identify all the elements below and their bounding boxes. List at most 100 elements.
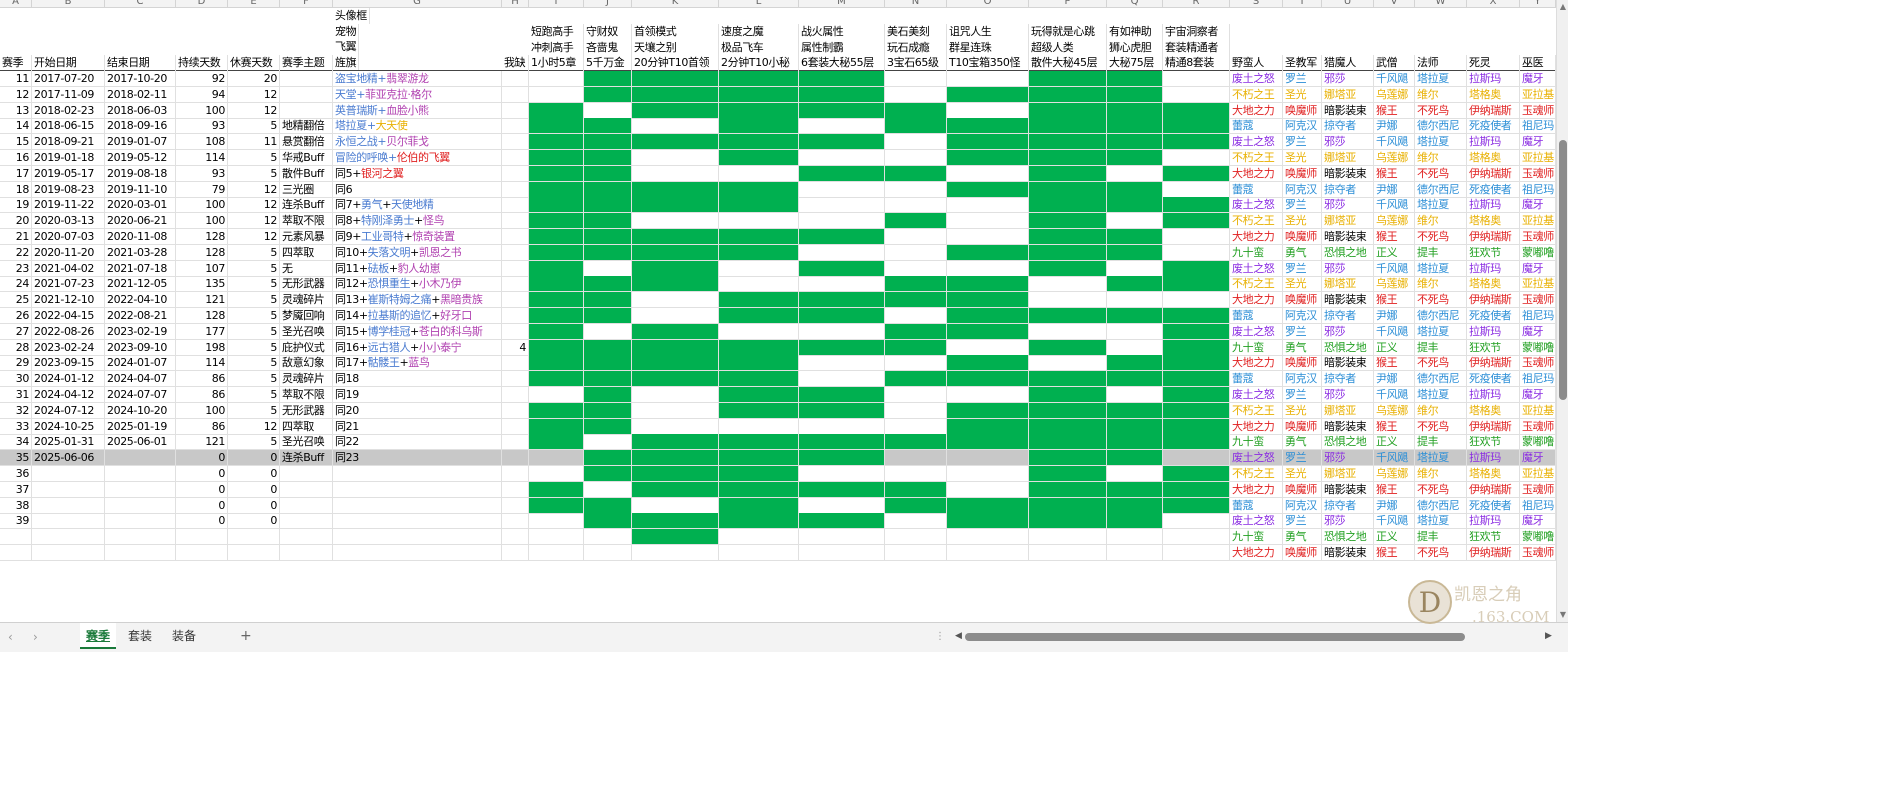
class-set-cell[interactable]: 德尔西尼 [1415, 118, 1467, 135]
cell-rest-days[interactable]: 12 [228, 102, 280, 119]
cell-theme[interactable]: 庇护仪式 [280, 339, 333, 356]
class-set-cell[interactable]: 蕾蔻 [1230, 371, 1283, 388]
cell-end-date[interactable]: 2024-01-07 [105, 355, 176, 372]
achievement-cell[interactable] [1107, 387, 1163, 403]
achievement-done[interactable] [1029, 118, 1107, 135]
achievement-cell[interactable] [947, 260, 1029, 277]
achievement-done[interactable] [1029, 165, 1107, 182]
achievement-done[interactable] [584, 513, 632, 530]
cell-missing[interactable] [502, 71, 529, 87]
achievement-cell[interactable] [885, 150, 947, 166]
tab-gear[interactable]: 装备 [166, 623, 202, 649]
cell-season-no[interactable]: 17 [0, 165, 32, 182]
achievement-done[interactable] [719, 402, 799, 419]
achievement-done[interactable] [529, 402, 584, 419]
cell-rewards[interactable] [333, 481, 502, 498]
achievement-done[interactable] [1107, 450, 1163, 467]
class-set-cell[interactable]: 魔牙 [1520, 71, 1556, 87]
class-set-cell[interactable]: 暗影装束 [1322, 102, 1374, 119]
achievement-done[interactable] [1107, 276, 1163, 293]
cell-missing[interactable] [502, 260, 529, 277]
achievement-done[interactable] [947, 150, 1029, 166]
cell-rewards[interactable]: 天堂+菲亚克拉·格尔 [333, 86, 502, 103]
class-set-cell[interactable]: 伊纳瑞斯 [1467, 545, 1520, 561]
class-set-cell[interactable]: 伊纳瑞斯 [1467, 229, 1520, 245]
cell-duration[interactable]: 108 [176, 134, 228, 151]
cell-start-date[interactable]: 2017-07-20 [32, 71, 105, 87]
achievement-cell[interactable] [885, 197, 947, 214]
cell-start-date[interactable] [32, 513, 105, 530]
achievement-done[interactable] [584, 244, 632, 261]
class-set-cell[interactable]: 大地之力 [1230, 355, 1283, 372]
cell-duration[interactable]: 94 [176, 86, 228, 103]
cell-rewards[interactable]: 同9+工业哥特+惊奇装置 [333, 229, 502, 245]
achievement-done[interactable] [632, 197, 719, 214]
cell-missing[interactable] [502, 276, 529, 293]
achievement-cell[interactable] [1107, 545, 1163, 561]
column-letter-y[interactable]: Y [1520, 0, 1556, 7]
cell-end-date[interactable]: 2020-11-08 [105, 229, 176, 245]
achievement-done[interactable] [719, 102, 799, 119]
column-letter-l[interactable]: L [719, 0, 799, 7]
achievement-done[interactable] [584, 150, 632, 166]
achievement-done[interactable] [947, 323, 1029, 340]
cell-duration[interactable]: 128 [176, 308, 228, 324]
achievement-cell[interactable] [799, 150, 885, 166]
achievement-done[interactable] [1029, 371, 1107, 388]
achievement-done[interactable] [632, 134, 719, 151]
cell-rewards[interactable]: 同18 [333, 371, 502, 388]
cell-start-date[interactable]: 2021-12-10 [32, 292, 105, 309]
class-set-cell[interactable]: 掠夺者 [1322, 181, 1374, 198]
achievement-done[interactable] [529, 150, 584, 166]
tab-sets[interactable]: 套装 [122, 623, 158, 649]
cell-duration[interactable]: 135 [176, 276, 228, 293]
class-set-cell[interactable]: 圣光 [1283, 213, 1322, 230]
class-set-cell[interactable]: 伊纳瑞斯 [1467, 165, 1520, 182]
cell-start-date[interactable]: 2024-04-12 [32, 387, 105, 403]
achievement-cell[interactable] [1163, 292, 1230, 309]
class-set-cell[interactable]: 塔拉夏 [1415, 134, 1467, 151]
class-set-cell[interactable]: 尹娜 [1374, 118, 1415, 135]
cell-theme[interactable]: 元素风暴 [280, 229, 333, 245]
cell-rest-days[interactable]: 12 [228, 181, 280, 198]
column-letter-u[interactable]: U [1322, 0, 1374, 7]
class-set-cell[interactable]: 德尔西尼 [1415, 181, 1467, 198]
achievement-done[interactable] [719, 71, 799, 87]
achievement-cell[interactable] [799, 529, 885, 546]
cell-start-date[interactable] [32, 466, 105, 482]
achievement-cell[interactable] [584, 323, 632, 340]
cell-start-date[interactable]: 2025-06-06 [32, 450, 105, 467]
class-set-cell[interactable]: 蒙嘟噜 [1520, 529, 1556, 546]
class-set-cell[interactable]: 伊纳瑞斯 [1467, 355, 1520, 372]
class-set-cell[interactable]: 大地之力 [1230, 292, 1283, 309]
class-set-cell[interactable]: 邪莎 [1322, 260, 1374, 277]
cell-rest-days[interactable]: 0 [228, 450, 280, 467]
achievement-done[interactable] [719, 118, 799, 135]
class-set-cell[interactable]: 死疫使者 [1467, 497, 1520, 514]
achievement-cell[interactable] [947, 213, 1029, 230]
achievement-done[interactable] [885, 292, 947, 309]
cell-start-date[interactable]: 2025-01-31 [32, 434, 105, 451]
class-set-cell[interactable]: 暗影装束 [1322, 545, 1374, 561]
cell-season-no[interactable]: 14 [0, 118, 32, 135]
cell-missing[interactable] [502, 181, 529, 198]
achievement-done[interactable] [1029, 450, 1107, 467]
achievement-cell[interactable] [885, 355, 947, 372]
cell-rewards[interactable]: 同19 [333, 387, 502, 403]
class-set-cell[interactable]: 唤魔师 [1283, 418, 1322, 435]
column-letter-c[interactable]: C [105, 0, 176, 7]
cell-rest-days[interactable]: 12 [228, 418, 280, 435]
cell-start-date[interactable]: 2024-10-25 [32, 418, 105, 435]
class-set-cell[interactable]: 祖尼玛 [1520, 371, 1556, 388]
cell-rest-days[interactable]: 0 [228, 466, 280, 482]
cell-start-date[interactable]: 2019-08-23 [32, 181, 105, 198]
class-set-cell[interactable]: 玉魂师 [1520, 355, 1556, 372]
achievement-cell[interactable] [799, 418, 885, 435]
achievement-cell[interactable] [719, 260, 799, 277]
achievement-cell[interactable] [584, 481, 632, 498]
achievement-cell[interactable] [799, 545, 885, 561]
cell-theme[interactable]: 萃取不限 [280, 387, 333, 403]
class-set-cell[interactable]: 德尔西尼 [1415, 371, 1467, 388]
achievement-cell[interactable] [947, 387, 1029, 403]
class-set-cell[interactable]: 玉魂师 [1520, 545, 1556, 561]
